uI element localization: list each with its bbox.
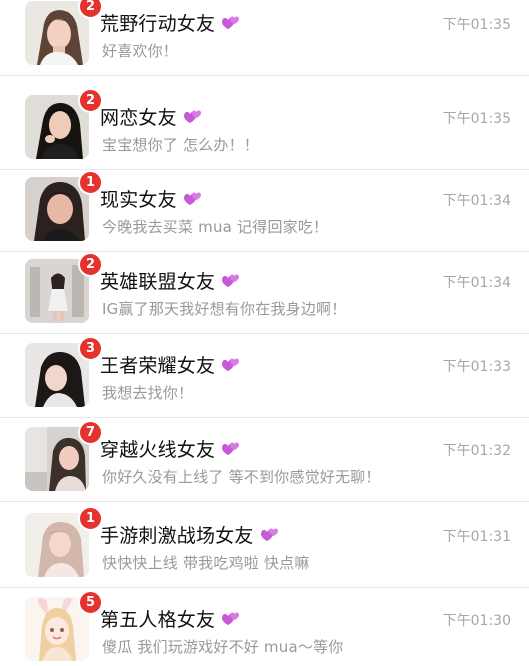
chat-row[interactable]: 1 手游刺激战场女友 下午01:31 快快快上线 带我吃鸡啦 快点嘛 <box>0 506 529 588</box>
latest-message: 你好久没有上线了 等不到你感觉好无聊！ <box>102 468 381 486</box>
message-time: 下午01:34 <box>442 275 511 291</box>
chat-row[interactable]: 2 荒野行动女友 下午01:35 好喜欢你！ <box>0 0 529 76</box>
contact-name: 第五人格女友 <box>100 608 216 631</box>
purple-heart-emoji-icon <box>222 358 240 371</box>
chat-row[interactable]: 5 第五人格女友 下午01:30 傻瓜 我们玩游戏好不好 mua～等你 <box>0 590 529 666</box>
chat-title: 荒野行动女友 <box>100 8 242 36</box>
contact-name: 手游刺激战场女友 <box>100 524 254 547</box>
chat-title: 王者荣耀女友 <box>100 350 242 378</box>
message-time: 下午01:34 <box>442 193 511 209</box>
chat-row[interactable]: 2 英雄联盟女友 下午01:34 IG赢了那天我好想有你在我身边啊！ <box>0 252 529 334</box>
message-time: 下午01:35 <box>442 111 511 127</box>
purple-heart-emoji-icon <box>222 16 240 29</box>
latest-message: IG赢了那天我好想有你在我身边啊！ <box>102 300 347 318</box>
purple-heart-emoji-icon <box>222 612 240 625</box>
purple-heart-emoji-icon <box>183 110 201 123</box>
purple-heart-emoji-icon <box>222 442 240 455</box>
purple-heart-emoji-icon <box>222 274 240 287</box>
latest-message: 我想去找你！ <box>102 384 194 402</box>
chat-row[interactable]: 3 王者荣耀女友 下午01:33 我想去找你！ <box>0 336 529 418</box>
chat-list: 2 荒野行动女友 下午01:35 好喜欢你！ 2 网恋女友 下午01:35 宝宝… <box>0 0 529 666</box>
message-time: 下午01:33 <box>442 359 511 375</box>
chat-title: 手游刺激战场女友 <box>100 520 281 548</box>
latest-message: 傻瓜 我们玩游戏好不好 mua～等你 <box>102 638 344 656</box>
chat-title: 英雄联盟女友 <box>100 266 242 294</box>
message-time: 下午01:30 <box>442 613 511 629</box>
contact-name: 网恋女友 <box>100 106 177 129</box>
contact-name: 王者荣耀女友 <box>100 354 216 377</box>
chat-row[interactable]: 2 网恋女友 下午01:35 宝宝想你了 怎么办！！ <box>0 88 529 170</box>
latest-message: 快快快上线 带我吃鸡啦 快点嘛 <box>102 554 310 572</box>
message-time: 下午01:35 <box>442 17 511 33</box>
message-time: 下午01:31 <box>442 529 511 545</box>
chat-title: 穿越火线女友 <box>100 434 242 462</box>
chat-row[interactable]: 7 穿越火线女友 下午01:32 你好久没有上线了 等不到你感觉好无聊！ <box>0 420 529 502</box>
chat-title: 第五人格女友 <box>100 604 242 632</box>
purple-heart-emoji-icon <box>183 192 201 205</box>
contact-name: 现实女友 <box>100 188 177 211</box>
latest-message: 宝宝想你了 怎么办！！ <box>102 136 259 154</box>
contact-name: 穿越火线女友 <box>100 438 216 461</box>
chat-row[interactable]: 1 现实女友 下午01:34 今晚我去买菜 mua 记得回家吃！ <box>0 170 529 252</box>
chat-title: 现实女友 <box>100 184 204 212</box>
message-time: 下午01:32 <box>442 443 511 459</box>
latest-message: 好喜欢你！ <box>102 42 179 60</box>
contact-name: 荒野行动女友 <box>100 12 216 35</box>
contact-name: 英雄联盟女友 <box>100 270 216 293</box>
purple-heart-emoji-icon <box>260 528 278 541</box>
chat-title: 网恋女友 <box>100 102 204 130</box>
latest-message: 今晚我去买菜 mua 记得回家吃！ <box>102 218 329 236</box>
